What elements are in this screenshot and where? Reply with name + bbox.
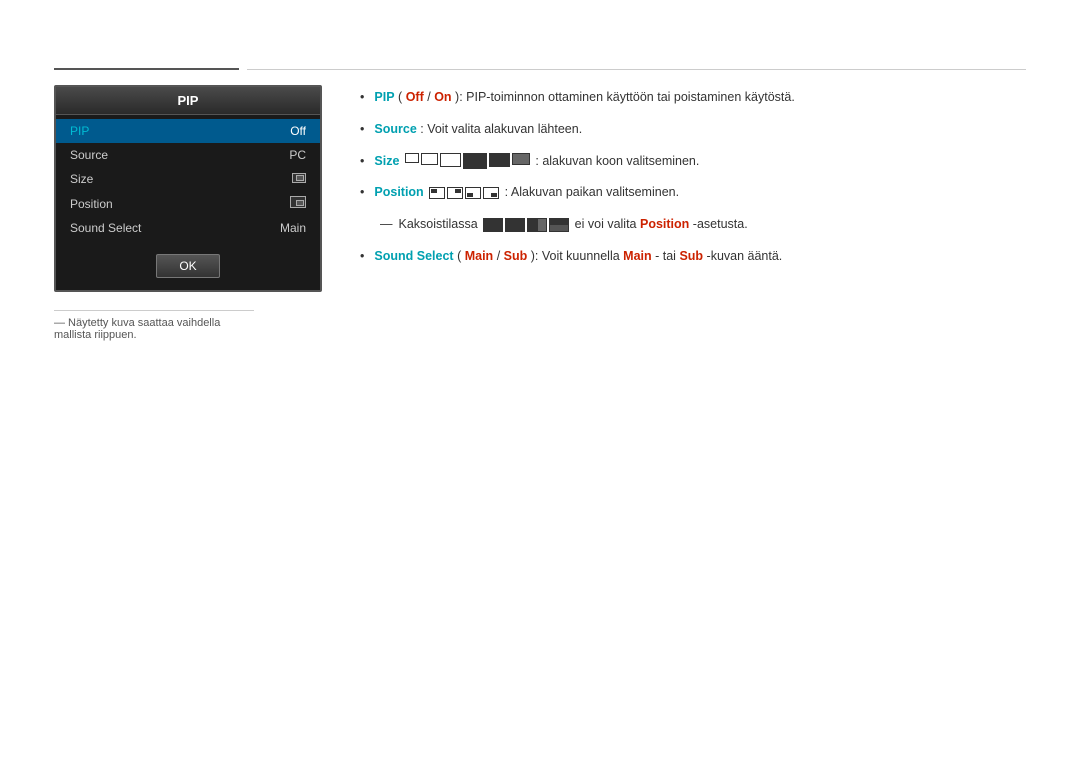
bullet-pip-content: PIP ( Off / On ): PIP-toiminnon ottamine… (374, 88, 794, 107)
top-divider (54, 68, 1026, 70)
pip-row-pip[interactable]: PIP Off (56, 119, 320, 143)
footnote: ― Näytetty kuva saattaa vaihdella mallis… (54, 310, 254, 341)
pip-value-size (292, 172, 306, 186)
ok-button[interactable]: OK (156, 254, 219, 278)
dual-icons-group (483, 218, 569, 232)
main-keyword-2: Main (623, 249, 651, 263)
source-keyword: Source (374, 122, 416, 136)
dual-icon-4 (549, 218, 569, 232)
sub-line-content: Kaksoistilassa ei voi valita Position -a… (399, 215, 748, 234)
pip-value-source: PC (289, 148, 306, 162)
pip-title: PIP (56, 87, 320, 115)
dual-icon-3 (527, 218, 547, 232)
position-icon (290, 196, 306, 208)
pip-label-position: Position (70, 197, 113, 211)
off-keyword: Off (406, 90, 424, 104)
sub-line: ― Kaksoistilassa ei voi valita Position … (360, 215, 1026, 234)
pip-row-size[interactable]: Size (56, 167, 320, 191)
pip-row-sound-select[interactable]: Sound Select Main (56, 216, 320, 240)
size-icon-5 (489, 153, 510, 167)
bullet-source-content: Source : Voit valita alakuvan lähteen. (374, 120, 582, 139)
top-line-main (247, 69, 1026, 70)
sub-keyword-2: Sub (679, 249, 703, 263)
bullet-position: Position : Alakuvan paikan valitseminen. (360, 183, 1026, 202)
ok-button-row: OK (56, 244, 320, 290)
dual-icon-2 (505, 218, 525, 232)
bullet-size-content: Size : alakuvan koon valitseminen. (374, 152, 699, 171)
pip-panel: PIP PIP Off Source PC Size Position (54, 85, 322, 292)
pip-row-position[interactable]: Position (56, 191, 320, 216)
bullet-sound-select: Sound Select ( Main / Sub ): Voit kuunne… (360, 247, 1026, 266)
size-keyword: Size (374, 154, 399, 168)
pos-icon-tl (429, 187, 445, 199)
pip-value-position (290, 196, 306, 211)
sound-select-keyword: Sound Select (374, 249, 453, 263)
pos-icon-br (483, 187, 499, 199)
size-icons-group (405, 153, 530, 169)
pip-value-sound-select: Main (280, 221, 306, 235)
size-icon-6 (512, 153, 530, 165)
pip-menu: PIP Off Source PC Size Position Sound Se… (56, 115, 320, 244)
position-bold-keyword: Position (640, 217, 689, 231)
bullet-list-2: Sound Select ( Main / Sub ): Voit kuunne… (360, 247, 1026, 266)
position-keyword: Position (374, 185, 423, 199)
on-keyword: On (434, 90, 451, 104)
dual-icon-1 (483, 218, 503, 232)
size-icon-2 (421, 153, 438, 165)
pip-keyword: PIP (374, 90, 394, 104)
bullet-list: PIP ( Off / On ): PIP-toiminnon ottamine… (360, 88, 1026, 202)
right-content: PIP ( Off / On ): PIP-toiminnon ottamine… (360, 88, 1026, 279)
size-icon-1 (405, 153, 419, 163)
main-keyword: Main (465, 249, 493, 263)
top-line-accent (54, 68, 239, 70)
size-icon-small (292, 173, 306, 183)
bullet-sound-select-content: Sound Select ( Main / Sub ): Voit kuunne… (374, 247, 782, 266)
bullet-position-content: Position : Alakuvan paikan valitseminen. (374, 183, 679, 202)
size-icon-4 (463, 153, 487, 169)
pip-label-pip: PIP (70, 124, 89, 138)
pos-icons-group (429, 187, 499, 199)
pip-label-source: Source (70, 148, 108, 162)
pos-icon-tr (447, 187, 463, 199)
size-icon-3 (440, 153, 461, 167)
pip-label-sound-select: Sound Select (70, 221, 141, 235)
pip-row-source[interactable]: Source PC (56, 143, 320, 167)
pip-value-pip: Off (290, 124, 306, 138)
pos-icon-bl (465, 187, 481, 199)
bullet-pip: PIP ( Off / On ): PIP-toiminnon ottamine… (360, 88, 1026, 107)
sub-keyword: Sub (504, 249, 528, 263)
pip-label-size: Size (70, 172, 93, 186)
bullet-size: Size : alakuvan koon valitseminen. (360, 152, 1026, 171)
em-dash: ― (380, 215, 393, 234)
bullet-source: Source : Voit valita alakuvan lähteen. (360, 120, 1026, 139)
